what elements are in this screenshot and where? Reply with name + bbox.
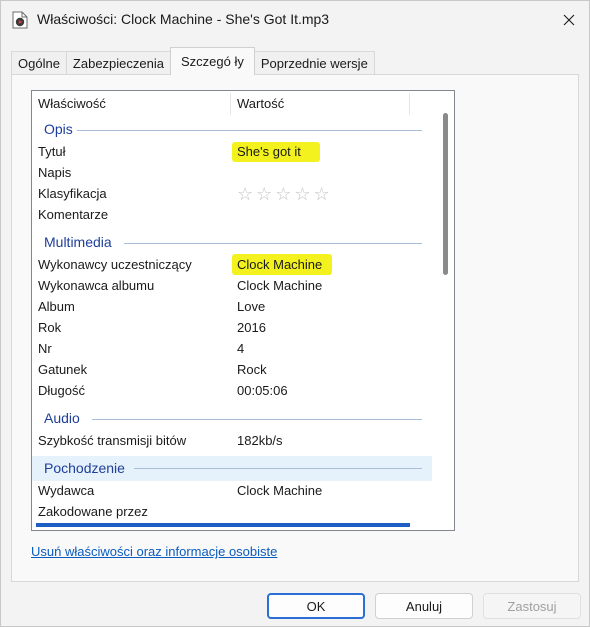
column-header-property[interactable]: Właściwość [38,96,106,111]
property-value[interactable]: 182kb/s [237,433,283,448]
property-value[interactable]: Clock Machine [237,483,322,498]
scrollbar-thumb[interactable] [443,113,448,275]
ok-button[interactable]: OK [267,593,365,619]
property-name: Gatunek [38,362,88,377]
row-genre[interactable]: Gatunek Rock [32,360,432,381]
property-name: Wykonawcy uczestniczący [38,257,192,272]
property-name: Długość [38,383,85,398]
row-rating[interactable]: Klasyfikacja ☆☆☆☆☆ [32,184,432,205]
row-comments[interactable]: Komentarze [32,205,432,226]
property-name: Tytuł [38,144,66,159]
row-track-number[interactable]: Nr 4 [32,339,432,360]
tab-general[interactable]: Ogólne [11,51,67,75]
title-bar: Właściwości: Clock Machine - She's Got I… [1,1,589,39]
group-line [134,468,422,469]
row-caption[interactable]: Napis [32,163,432,184]
remove-properties-link[interactable]: Usuń właściwości oraz informacje osobist… [31,544,277,559]
focused-row-edge [36,523,410,527]
row-year[interactable]: Rok 2016 [32,318,432,339]
property-name: Album [38,299,75,314]
row-title[interactable]: Tytuł She's got it [32,142,432,163]
property-name: Wydawca [38,483,95,498]
group-label: Opis [44,121,73,137]
property-value[interactable]: 2016 [237,320,266,335]
property-value[interactable]: 00:05:06 [237,383,288,398]
row-album-artist[interactable]: Wykonawca albumu Clock Machine [32,276,432,297]
property-value[interactable]: Love [237,299,265,314]
row-album[interactable]: Album Love [32,297,432,318]
window-title: Właściwości: Clock Machine - She's Got I… [37,11,330,27]
group-opis[interactable]: Opis [32,119,432,141]
tab-details[interactable]: Szczegó ły [169,47,255,75]
vertical-scrollbar[interactable] [437,91,454,530]
group-line [77,130,422,131]
property-name: Napis [38,165,72,180]
details-list[interactable]: Właściwość Wartość Opis Tytuł She's got … [31,90,455,531]
property-value[interactable]: Clock Machine [237,278,322,293]
group-line [92,419,422,420]
property-name: Wykonawca albumu [38,278,155,293]
group-label: Pochodzenie [44,460,125,476]
property-value[interactable]: 4 [237,341,244,356]
apply-button[interactable]: Zastosuj [483,593,581,619]
property-name: Zakodowane przez [38,504,148,519]
property-value[interactable]: Rock [237,362,267,377]
close-icon [563,14,575,26]
tab-strip: Ogólne Zabezpieczenia Szczegó ły Poprzed… [11,47,375,75]
property-name: Szybkość transmisji bitów [38,433,187,448]
cancel-button[interactable]: Anuluj [375,593,473,619]
row-length[interactable]: Długość 00:05:06 [32,381,432,402]
row-contributing-artists[interactable]: Wykonawcy uczestniczący Clock Machine [32,254,432,276]
group-origin[interactable]: Pochodzenie [32,456,432,481]
tab-security[interactable]: Zabezpieczenia [65,51,171,75]
property-name: Rok [38,320,62,335]
properties-dialog: Właściwości: Clock Machine - She's Got I… [0,0,590,627]
rating-stars[interactable]: ☆☆☆☆☆ [237,184,333,205]
row-encoded-by[interactable]: Zakodowane przez [32,502,432,523]
property-name: Nr [38,341,52,356]
close-button[interactable] [554,6,584,34]
property-value[interactable]: Clock Machine [237,257,322,272]
group-multimedia[interactable]: Multimedia [32,232,432,254]
column-divider[interactable] [230,93,231,115]
column-divider[interactable] [409,93,410,115]
property-value[interactable]: She's got it [237,144,301,159]
group-line [124,243,422,244]
property-name: Komentarze [38,207,109,222]
column-header-value[interactable]: Wartość [237,96,284,111]
tab-previous-versions[interactable]: Poprzednie wersje [253,51,375,75]
property-name: Klasyfikacja [38,186,107,201]
row-publisher[interactable]: Wydawca Clock Machine [32,481,432,502]
group-audio[interactable]: Audio [32,408,432,430]
list-header: Właściwość Wartość [32,91,432,117]
group-label: Multimedia [44,234,112,250]
media-file-icon [12,11,28,29]
row-bitrate[interactable]: Szybkość transmisji bitów 182kb/s [32,431,432,452]
group-label: Audio [44,410,80,426]
